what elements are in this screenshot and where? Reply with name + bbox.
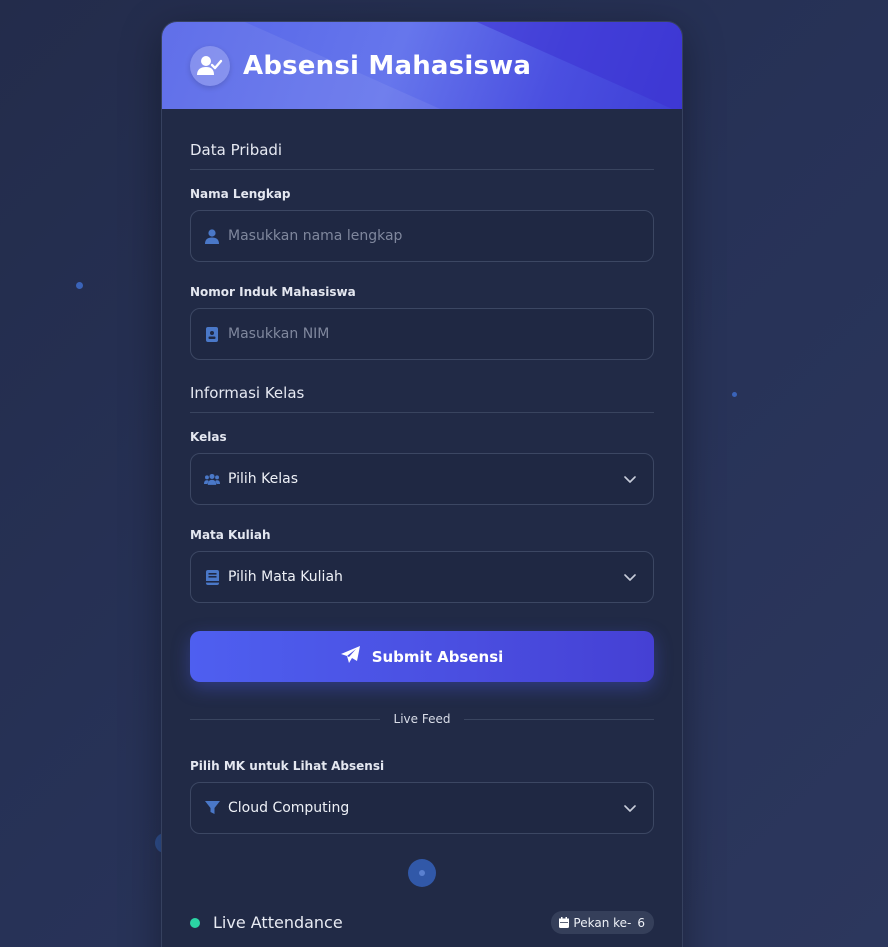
card-header: Absensi Mahasiswa: [162, 22, 682, 109]
paper-plane-icon: [340, 646, 360, 667]
page-title: Absensi Mahasiswa: [243, 50, 532, 81]
loading-spinner: [408, 859, 436, 887]
attendance-card: Absensi Mahasiswa Data Pribadi Nama Leng…: [161, 21, 683, 947]
week-number: 6: [637, 915, 645, 930]
live-feed-divider: Live Feed: [190, 712, 655, 726]
bg-decor-dot: [732, 392, 737, 397]
live-attendance-title: Live Attendance: [213, 913, 343, 932]
section-title-personal: Data Pribadi: [190, 141, 654, 170]
section-title-class: Informasi Kelas: [190, 384, 654, 413]
chevron-down-icon: [623, 471, 637, 490]
kelas-select[interactable]: Pilih Kelas: [190, 453, 654, 505]
filter-value: Cloud Computing: [228, 800, 350, 816]
user-icon: [204, 228, 220, 244]
users-icon: [204, 471, 220, 487]
live-attendance-header: Live Attendance Pekan ke- 6: [190, 911, 654, 934]
id-card-icon: [204, 326, 220, 342]
divider-line: [190, 718, 380, 720]
matkul-label: Mata Kuliah: [190, 528, 271, 542]
divider-line: [464, 718, 655, 720]
divider-label: Live Feed: [393, 712, 451, 726]
filter-icon: [204, 800, 220, 816]
nim-input[interactable]: Masukkan NIM: [228, 326, 329, 342]
book-icon: [204, 569, 220, 585]
name-input[interactable]: Masukkan nama lengkap: [228, 228, 402, 244]
week-label: Pekan ke-: [573, 915, 632, 930]
filter-label: Pilih MK untuk Lihat Absensi: [190, 759, 385, 773]
matkul-select[interactable]: Pilih Mata Kuliah: [190, 551, 654, 603]
kelas-value: Pilih Kelas: [228, 471, 298, 487]
name-field[interactable]: Masukkan nama lengkap: [190, 210, 654, 262]
user-check-icon: [190, 45, 230, 86]
nim-label: Nomor Induk Mahasiswa: [190, 285, 356, 299]
live-status-dot: [190, 917, 200, 928]
nim-field[interactable]: Masukkan NIM: [190, 308, 654, 360]
submit-button[interactable]: Submit Absensi: [190, 631, 654, 682]
submit-label: Submit Absensi: [371, 647, 504, 666]
name-label: Nama Lengkap: [190, 187, 291, 201]
filter-select[interactable]: Cloud Computing: [190, 782, 654, 834]
bg-decor-dot: [76, 282, 83, 289]
kelas-label: Kelas: [190, 430, 227, 444]
matkul-value: Pilih Mata Kuliah: [228, 569, 343, 585]
chevron-down-icon: [623, 800, 637, 819]
calendar-icon: [559, 917, 570, 928]
week-badge: Pekan ke- 6: [551, 911, 654, 934]
chevron-down-icon: [623, 569, 637, 588]
